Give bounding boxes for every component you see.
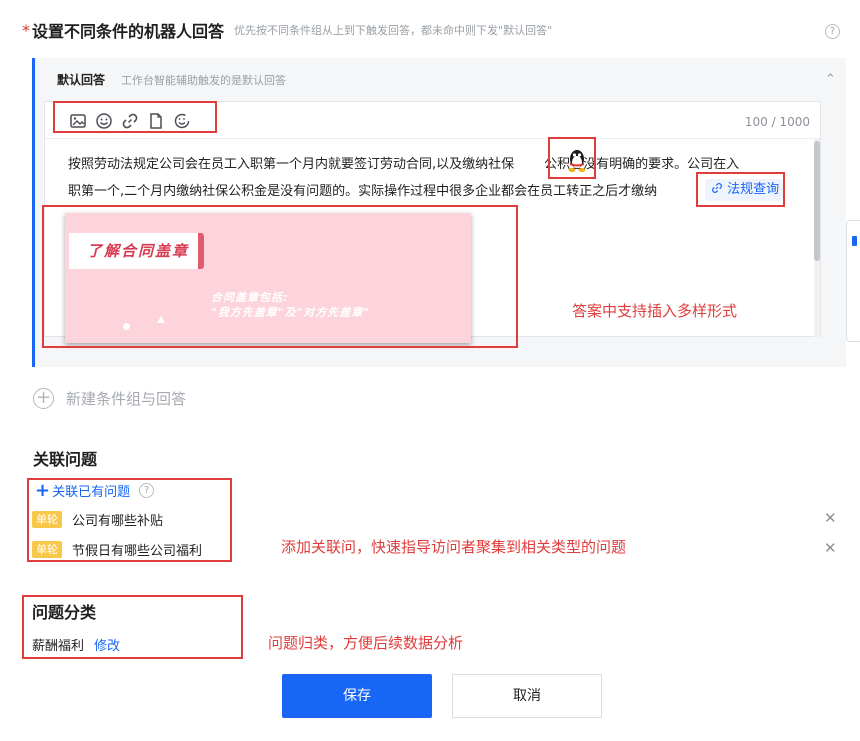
collapse-icon[interactable]: ⌃ [825, 72, 836, 87]
section-answers-header: * 设置不同条件的机器人回答 优先按不同条件组从上到下触发回答，都未命中则下发"… [22, 18, 552, 42]
annotation-box-law [696, 172, 785, 207]
editor-scrollbar[interactable] [814, 139, 820, 337]
char-counter: 100 / 1000 [744, 115, 810, 129]
toolbar-divider [45, 138, 820, 139]
required-mark: * [22, 20, 30, 40]
annotation-box-toolbar [53, 101, 217, 133]
side-tab-marker [852, 236, 857, 246]
save-button[interactable]: 保存 [282, 674, 432, 718]
answer-line-2: 职第一个,二个月内缴纳社保公积金是没有问题的。实际操作过程中很多企业都会在员工转… [68, 184, 658, 199]
annotation-box-related [27, 478, 232, 562]
annotation-answer-forms: 答案中支持插入多样形式 [572, 302, 738, 320]
annotation-related: 添加关联问，快速指导访问者聚集到相关类型的问题 [281, 538, 627, 556]
section-title: 设置不同条件的机器人回答 [32, 22, 225, 41]
help-icon[interactable]: ? [825, 24, 840, 39]
new-condition-group-label: 新建条件组与回答 [66, 390, 187, 408]
related-questions-title: 关联问题 [33, 450, 98, 469]
close-icon[interactable]: ✕ [824, 509, 837, 527]
scrollbar-thumb[interactable] [814, 141, 820, 261]
close-icon[interactable]: ✕ [824, 539, 837, 557]
side-panel-tab[interactable] [846, 220, 860, 342]
new-condition-group[interactable]: + 新建条件组与回答 [33, 388, 186, 409]
default-answer-hint: 工作台智能辅助触发的是默认回答 [121, 74, 286, 87]
plus-circle-icon: + [33, 388, 54, 409]
annotation-box-emoji [548, 137, 596, 179]
annotation-box-card [42, 205, 518, 348]
answer-text-part1: 按照劳动法规定公司会在员工入职第一个月内就要签订劳动合同,以及缴纳社保 [68, 157, 515, 172]
section-hint: 优先按不同条件组从上到下触发回答，都未命中则下发"默认回答" [234, 24, 553, 37]
annotation-box-category [22, 595, 243, 659]
cancel-button[interactable]: 取消 [452, 674, 602, 718]
annotation-category: 问题归类，方便后续数据分析 [268, 634, 464, 652]
default-answer-title: 默认回答 [57, 73, 106, 87]
